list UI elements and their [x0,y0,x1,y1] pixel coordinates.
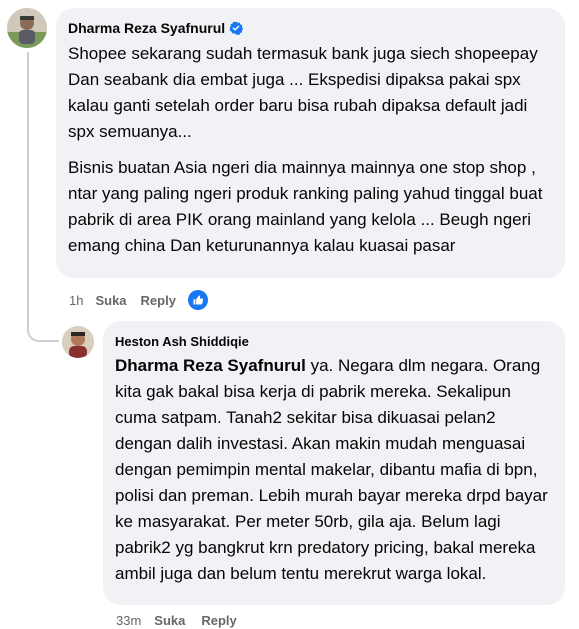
comment-timestamp[interactable]: 1h [69,293,83,308]
reply-timestamp[interactable]: 33m [116,613,141,628]
like-button[interactable]: Suka [95,293,126,308]
reply-author[interactable]: Heston Ash Shiddiqie [115,333,553,351]
reply-bubble: Heston Ash Shiddiqie Dharma Reza Syafnur… [103,321,565,605]
thread-connector [27,52,59,342]
mention-link[interactable]: Dharma Reza Syafnurul [115,356,306,375]
comment-bubble: Dharma Reza Syafnurul Shopee sekarang su… [56,8,565,278]
reply-reply-button[interactable]: Reply [201,613,236,628]
reply-text: Dharma Reza Syafnurul ya. Negara dlm neg… [115,353,553,587]
comment-author[interactable]: Dharma Reza Syafnurul [68,19,553,39]
like-thumb-icon[interactable] [187,290,208,310]
comment-author-name[interactable]: Dharma Reza Syafnurul [68,20,225,36]
commenter-avatar[interactable] [7,8,47,48]
comment-actions: 1h Suka Reply [69,290,208,310]
comment-text: Shopee sekarang sudah termasuk bank juga… [68,41,553,259]
reply-like-button[interactable]: Suka [154,613,185,628]
reply-actions: 33m Suka Reply [116,613,237,628]
verified-badge-icon [229,21,244,39]
comment-paragraph: Shopee sekarang sudah termasuk bank juga… [68,44,538,141]
reply-body: ya. Negara dlm negara. Orang kita gak ba… [115,356,548,583]
reply-button[interactable]: Reply [141,293,176,308]
replier-avatar[interactable] [62,326,94,358]
comment-paragraph: Bisnis buatan Asia ngeri dia mainnya mai… [68,158,543,255]
